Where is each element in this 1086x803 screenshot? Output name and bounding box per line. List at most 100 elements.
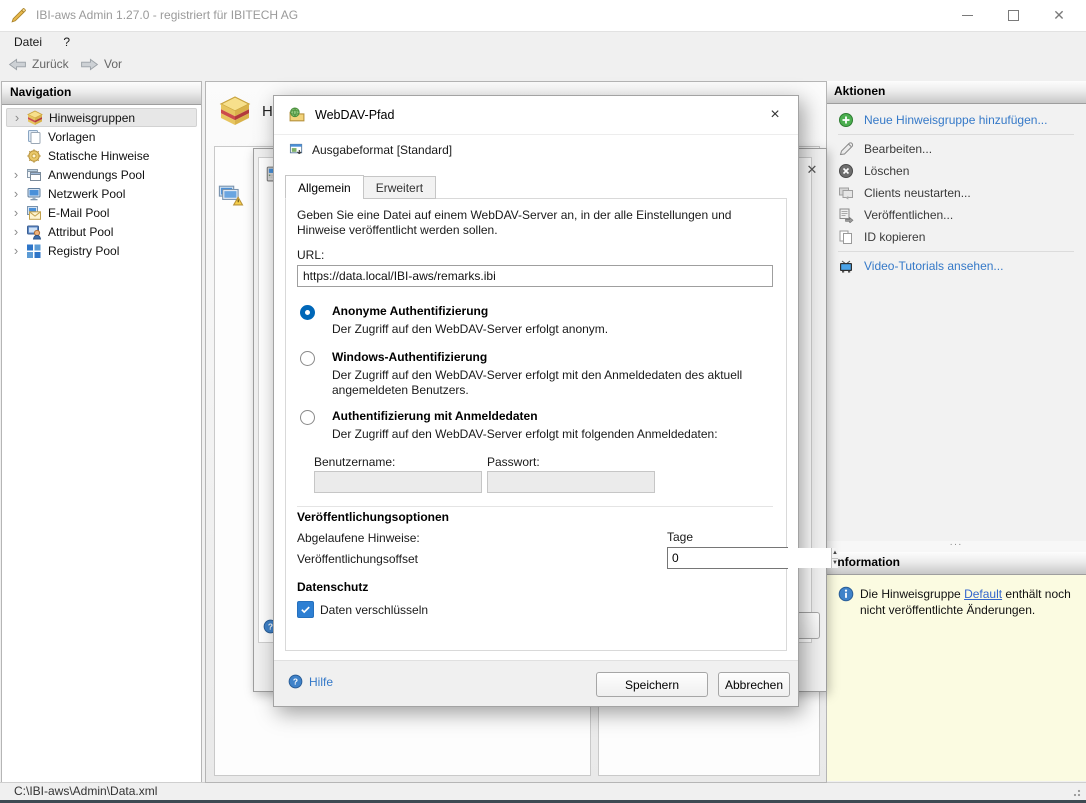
- actions-divider: [838, 134, 1074, 135]
- radio-windows-auth[interactable]: [300, 351, 315, 366]
- information-panel: Die Hinweisgruppe Default enthält noch n…: [826, 575, 1086, 781]
- menu-file[interactable]: Datei: [5, 32, 51, 52]
- section-divider: [297, 506, 773, 507]
- action-label: ID kopieren: [864, 230, 926, 244]
- action-label: Veröffentlichen...: [864, 208, 954, 222]
- auth-option-windows: Windows-Authentifizierung Der Zugriff au…: [297, 350, 779, 398]
- cancel-button[interactable]: Abbrechen: [718, 672, 790, 697]
- nav-item-netzwerk-pool[interactable]: › Netzwerk Pool: [6, 184, 197, 203]
- action-veroeffentlichen[interactable]: Veröffentlichen...: [826, 204, 1086, 226]
- password-label: Passwort:: [487, 455, 540, 469]
- app-window: IBI-aws Admin 1.27.0 - registriert für I…: [0, 0, 1086, 803]
- information-header: Information: [826, 552, 1086, 575]
- forward-button[interactable]: Vor: [80, 57, 122, 71]
- email-pool-icon: [26, 205, 42, 221]
- encrypt-label: Daten verschlüsseln: [320, 603, 429, 617]
- menu-help[interactable]: ?: [54, 32, 79, 52]
- app-logo-icon: [10, 7, 27, 24]
- chevron-right-icon[interactable]: ›: [11, 111, 23, 124]
- nav-item-statische-hinweise[interactable]: Statische Hinweise: [6, 146, 197, 165]
- chevron-right-icon[interactable]: ›: [10, 206, 22, 219]
- back-button[interactable]: Zurück: [8, 57, 69, 71]
- publish-offset-label: Veröffentlichungsoffset: [297, 552, 418, 566]
- spin-up-icon[interactable]: ▲: [832, 548, 838, 559]
- output-format-icon: [289, 142, 304, 157]
- password-field[interactable]: [487, 471, 655, 493]
- nav-item-anwendungs-pool[interactable]: › Anwendungs Pool: [6, 165, 197, 184]
- menu-bar: Datei ?: [0, 32, 1086, 53]
- dialog-tabs: Allgemein Erweitert: [285, 175, 437, 199]
- nav-item-label: Attribut Pool: [48, 224, 114, 239]
- publish-offset-input[interactable]: [668, 548, 831, 568]
- maximize-button[interactable]: [990, 0, 1036, 31]
- save-button[interactable]: Speichern: [596, 672, 708, 697]
- svg-text:?: ?: [293, 677, 298, 687]
- action-label: Bearbeiten...: [864, 142, 933, 156]
- chevron-right-icon[interactable]: ›: [10, 225, 22, 238]
- dialog-footer: ? Hilfe Speichern Abbrechen: [274, 660, 798, 706]
- output-format-label: Ausgabeformat [Standard]: [312, 142, 453, 157]
- radio-anonymous-auth[interactable]: [300, 305, 315, 320]
- window-title: IBI-aws Admin 1.27.0 - registriert für I…: [36, 8, 299, 22]
- webdav-path-dialog: WebDAV-Pfad × Ausgabeformat [Standard] A…: [273, 95, 838, 707]
- splitter-dots-icon: ···: [949, 539, 963, 550]
- notice-groups-icon: [27, 110, 43, 126]
- privacy-header: Datenschutz: [297, 580, 369, 594]
- nav-item-email-pool[interactable]: › E-Mail Pool: [6, 203, 197, 222]
- username-field[interactable]: [314, 471, 482, 493]
- application-pool-icon: [26, 167, 42, 183]
- information-message: Die Hinweisgruppe Default enthält noch n…: [860, 586, 1072, 618]
- actions-header: Aktionen: [826, 81, 1086, 104]
- action-bearbeiten[interactable]: Bearbeiten...: [826, 138, 1086, 160]
- info-text-before: Die Hinweisgruppe: [860, 587, 965, 601]
- action-loeschen[interactable]: Löschen: [826, 160, 1086, 182]
- nav-item-label: Netzwerk Pool: [48, 186, 126, 201]
- nav-item-registry-pool[interactable]: › Registry Pool: [6, 241, 197, 260]
- dialog-title-bar: WebDAV-Pfad: [274, 96, 798, 135]
- auth-option-description: Der Zugriff auf den WebDAV-Server erfolg…: [332, 322, 609, 336]
- network-pool-icon: [26, 186, 42, 202]
- minimize-button[interactable]: [944, 0, 990, 31]
- video-tutorials-link[interactable]: Video-Tutorials ansehen...: [826, 255, 1086, 277]
- add-notice-group-link[interactable]: Neue Hinweisgruppe hinzufügen...: [826, 104, 1086, 131]
- nav-item-label: Registry Pool: [48, 243, 120, 258]
- right-sidebar: Aktionen Neue Hinweisgruppe hinzufügen..…: [826, 81, 1086, 781]
- delete-icon: [838, 163, 854, 179]
- resize-grip-icon[interactable]: [1073, 787, 1083, 797]
- tab-content-panel: Geben Sie eine Datei auf einem WebDAV-Se…: [285, 198, 838, 651]
- nav-item-label: Hinweisgruppen: [49, 110, 136, 125]
- username-label: Benutzername:: [314, 455, 396, 469]
- spin-down-icon[interactable]: ▼: [832, 558, 838, 568]
- registry-pool-icon: [26, 243, 42, 259]
- url-input[interactable]: [297, 265, 773, 287]
- publish-options-header: Veröffentlichungsoptionen: [297, 510, 449, 524]
- help-link[interactable]: ? Hilfe: [288, 674, 333, 689]
- tab-allgemein[interactable]: Allgemein: [285, 175, 364, 199]
- arrow-right-icon: [80, 57, 99, 71]
- chevron-right-icon[interactable]: ›: [10, 244, 22, 257]
- tab-erweitert[interactable]: Erweitert: [362, 176, 437, 199]
- webdav-folder-icon: [288, 107, 306, 124]
- attribute-pool-icon: [26, 224, 42, 240]
- edit-icon: [838, 141, 854, 157]
- nav-item-label: E-Mail Pool: [48, 205, 110, 220]
- nav-item-attribut-pool[interactable]: › Attribut Pool: [6, 222, 197, 241]
- close-icon[interactable]: ✕: [803, 162, 821, 178]
- action-clients-neustarten[interactable]: Clients neustarten...: [826, 182, 1086, 204]
- nav-item-vorlagen[interactable]: Vorlagen: [6, 127, 197, 146]
- action-label: Löschen: [864, 164, 910, 178]
- encrypt-checkbox[interactable]: [297, 601, 314, 618]
- panel-splitter[interactable]: ···: [826, 539, 1086, 552]
- chevron-right-icon[interactable]: ›: [10, 187, 22, 200]
- action-id-kopieren[interactable]: ID kopieren: [826, 226, 1086, 248]
- chevron-right-icon[interactable]: ›: [10, 168, 22, 181]
- default-group-link[interactable]: Default: [964, 587, 1002, 601]
- dialog-close-button[interactable]: ×: [762, 103, 788, 127]
- nav-item-hinweisgruppen[interactable]: › Hinweisgruppen: [6, 108, 197, 127]
- close-button[interactable]: ✕: [1036, 0, 1082, 31]
- publish-icon: [838, 207, 854, 223]
- auth-option-label: Authentifizierung mit Anmeldedaten: [332, 409, 538, 423]
- radio-credentials-auth[interactable]: [300, 410, 315, 425]
- navigation-panel: Navigation › Hinweisgruppen Vorlagen Sta…: [1, 81, 202, 783]
- url-label: URL:: [297, 248, 325, 262]
